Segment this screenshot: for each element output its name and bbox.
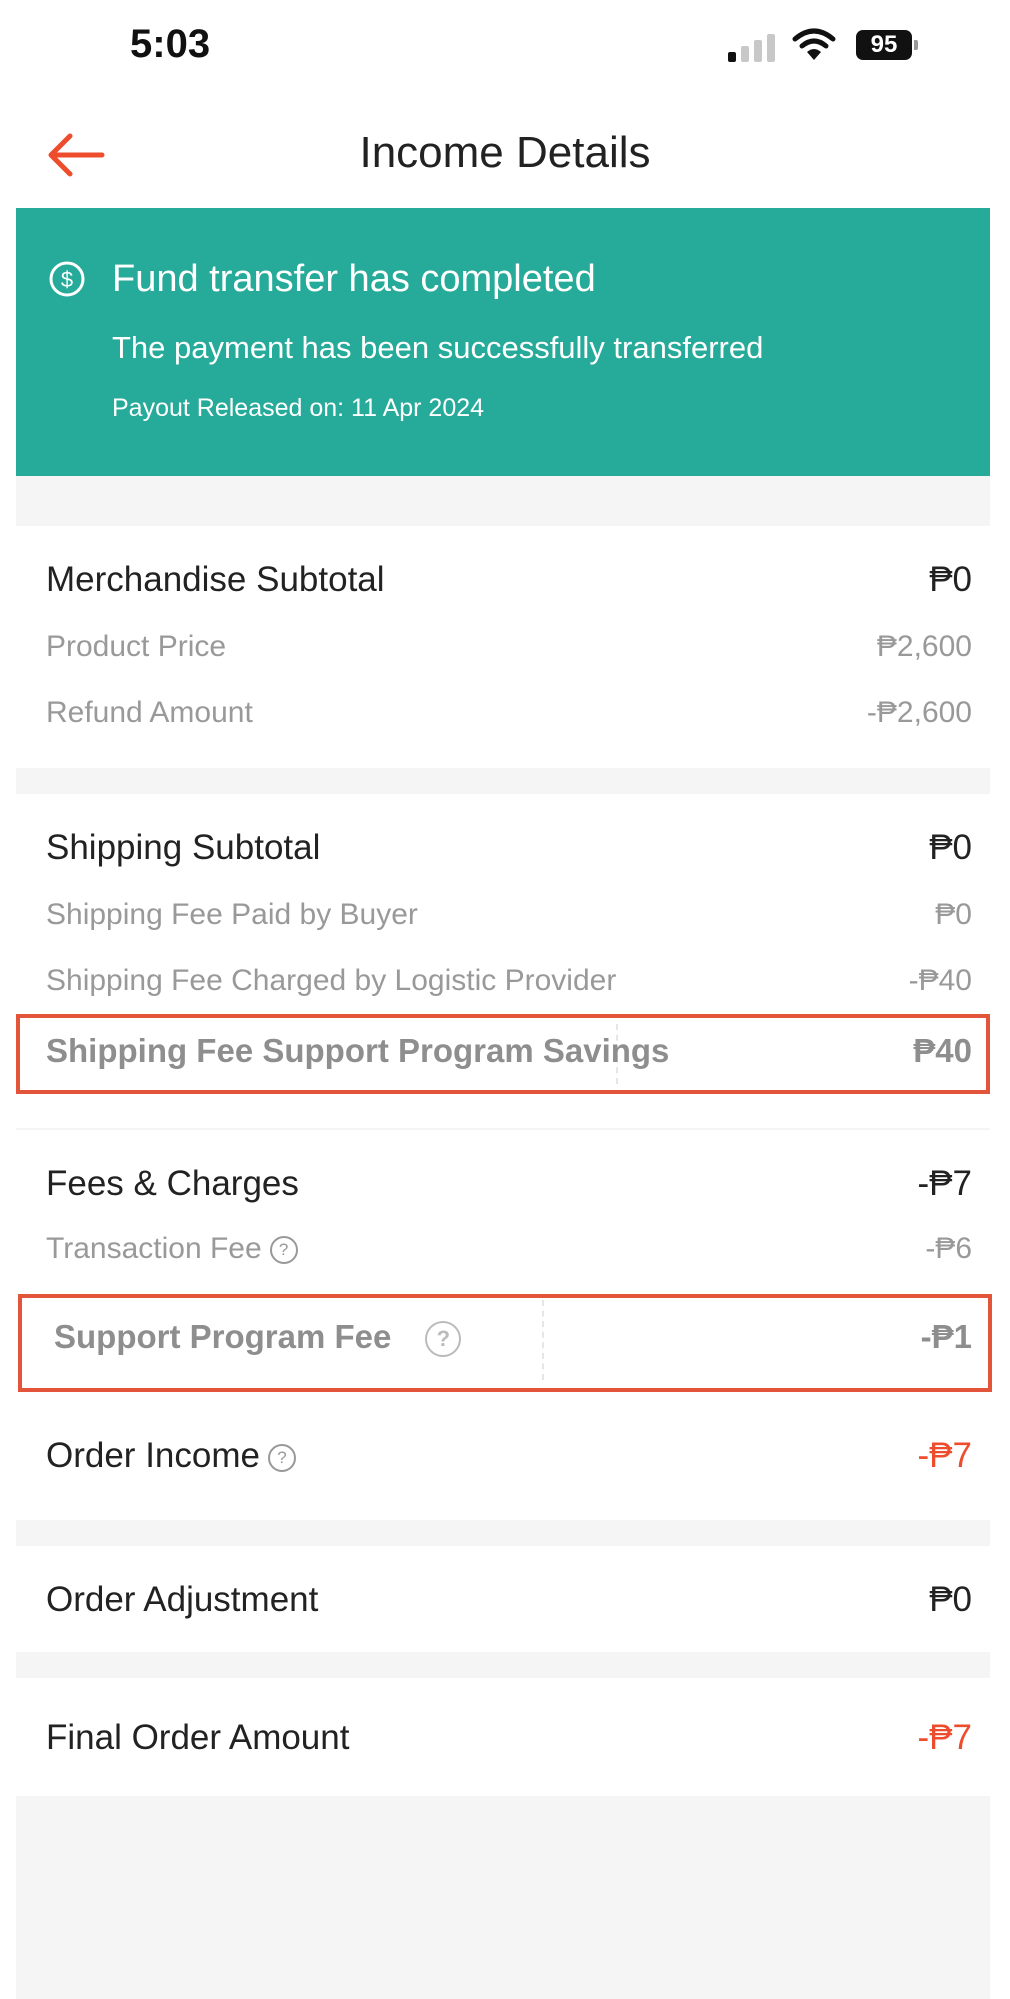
page-title: Income Details — [359, 128, 651, 177]
battery-icon: 95 — [856, 30, 918, 60]
transaction-fee-label: Transaction Fee? — [46, 1232, 298, 1266]
status-time: 5:03 — [130, 22, 211, 66]
merchandise-section: Merchandise Subtotal ₱0 Product Price ₱2… — [16, 526, 990, 768]
fund-transfer-banner: $ Fund transfer has completed The paymen… — [16, 208, 990, 476]
transaction-fee-text: Transaction Fee — [46, 1232, 262, 1265]
order-income-label: Order Income? — [46, 1436, 296, 1476]
shipping-fee-logistic-value: -₱40 — [908, 964, 972, 997]
payout-release-date: Payout Released on: 11 Apr 2024 — [112, 394, 485, 422]
order-income-value: -₱7 — [917, 1436, 972, 1475]
status-bar: 5:03 95 — [0, 0, 1010, 100]
help-icon[interactable]: ? — [269, 1236, 298, 1265]
app-header: Income Details — [0, 100, 1010, 208]
highlight-box-savings — [16, 1014, 990, 1094]
shipping-subtotal-label: Shipping Subtotal — [46, 828, 321, 867]
refund-amount-value: -₱2,600 — [866, 696, 972, 729]
refund-amount-label: Refund Amount — [46, 696, 253, 729]
cellular-signal-icon — [728, 30, 780, 62]
order-income-text: Order Income — [46, 1436, 260, 1475]
transaction-fee-value: -₱6 — [925, 1232, 972, 1265]
order-adjustment-value: ₱0 — [929, 1580, 972, 1619]
fees-charges-label: Fees & Charges — [46, 1164, 299, 1203]
dollar-circle-icon: $ — [49, 261, 85, 297]
banner-title: Fund transfer has completed — [112, 258, 596, 300]
shipping-subtotal-value: ₱0 — [929, 828, 972, 867]
help-icon[interactable]: ? — [267, 1443, 296, 1472]
fees-charges-value: -₱7 — [917, 1164, 972, 1203]
product-price-label: Product Price — [46, 630, 227, 663]
highlight-box-support-fee — [18, 1294, 992, 1392]
shipping-fee-buyer-label: Shipping Fee Paid by Buyer — [46, 898, 418, 931]
merchandise-subtotal-label: Merchandise Subtotal — [46, 560, 385, 599]
shipping-fee-logistic-label: Shipping Fee Charged by Logistic Provide… — [46, 964, 617, 997]
merchandise-subtotal-value: ₱0 — [929, 560, 972, 599]
final-order-section: Final Order Amount -₱7 — [16, 1678, 990, 1796]
final-order-value: -₱7 — [917, 1718, 972, 1757]
order-adjustment-section[interactable]: Order Adjustment ₱0 — [16, 1546, 990, 1652]
svg-text:$: $ — [61, 267, 73, 292]
shipping-fee-buyer-value: ₱0 — [935, 898, 972, 931]
order-adjustment-label: Order Adjustment — [46, 1580, 319, 1619]
final-order-label: Final Order Amount — [46, 1718, 350, 1757]
banner-subtitle: The payment has been successfully transf… — [112, 330, 764, 365]
wifi-icon — [792, 28, 836, 60]
product-price-value: ₱2,600 — [876, 630, 972, 663]
